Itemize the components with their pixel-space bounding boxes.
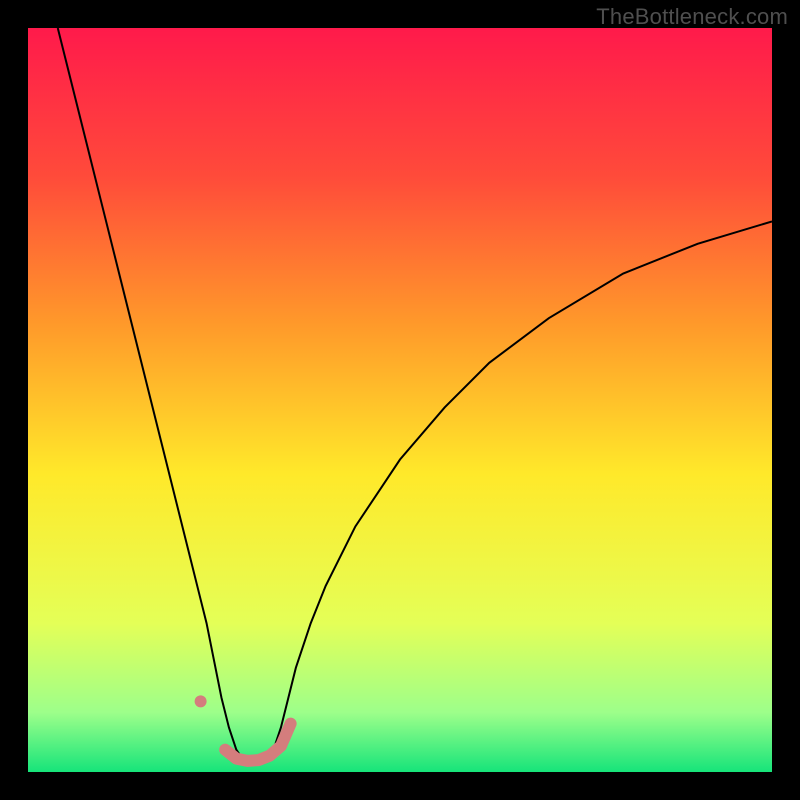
chart-frame: TheBottleneck.com [0, 0, 800, 800]
marker-dot [195, 695, 207, 707]
chart-background [28, 28, 772, 772]
watermark-text: TheBottleneck.com [596, 4, 788, 30]
chart-plot-area [28, 28, 772, 772]
chart-svg [28, 28, 772, 772]
